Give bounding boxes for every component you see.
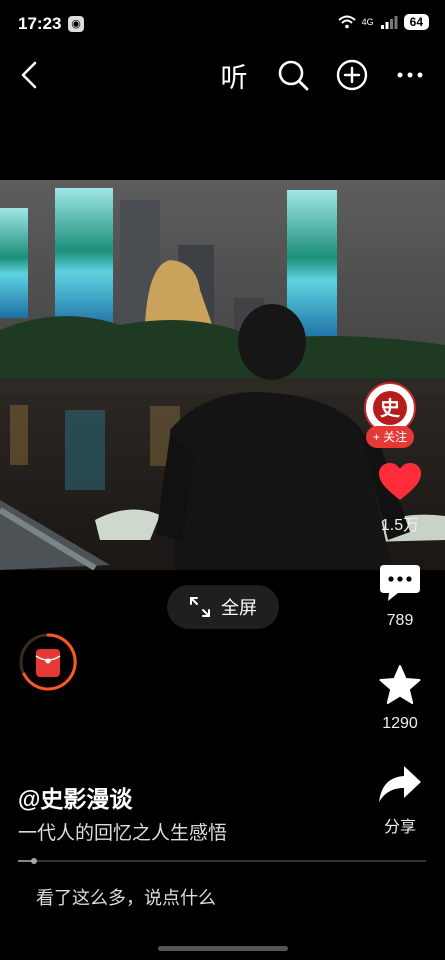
red-packet-button[interactable] bbox=[18, 632, 78, 692]
like-count: 1.5万 bbox=[380, 517, 420, 534]
network-type: 4G bbox=[361, 17, 374, 27]
red-packet-icon bbox=[19, 633, 77, 691]
favorite-button[interactable]: 1290 bbox=[355, 664, 445, 733]
signal-icon bbox=[380, 16, 398, 29]
author-avatar-button[interactable]: 史 + 关注 bbox=[364, 382, 416, 448]
like-button[interactable]: 1.5万 bbox=[355, 462, 445, 535]
comment-input[interactable]: 看了这么多，说点什么 bbox=[36, 884, 216, 910]
favorite-count: 1290 bbox=[382, 715, 418, 732]
status-indicators: 4G 64 bbox=[337, 14, 429, 30]
home-indicator[interactable] bbox=[158, 946, 288, 951]
video-description: 一代人的回忆之人生感悟 bbox=[18, 823, 228, 844]
battery-indicator: 64 bbox=[403, 14, 429, 30]
comment-count: 789 bbox=[386, 612, 414, 629]
search-icon bbox=[278, 60, 309, 91]
notification-app-icon: ◉ bbox=[68, 16, 84, 32]
listen-button[interactable]: 听 bbox=[216, 58, 252, 93]
status-time: 17:23 bbox=[18, 14, 62, 33]
search-button[interactable] bbox=[276, 58, 310, 92]
expand-icon bbox=[190, 597, 210, 617]
avatar-logo: 史 bbox=[373, 391, 407, 425]
author-handle[interactable]: @史影漫谈 bbox=[18, 780, 132, 814]
wifi-icon bbox=[337, 15, 356, 29]
video-progress-bar[interactable] bbox=[18, 858, 426, 864]
share-label: 分享 bbox=[383, 819, 416, 836]
comment-bubble-icon bbox=[380, 565, 420, 601]
plus-circle-icon bbox=[336, 59, 368, 91]
progress-handle[interactable] bbox=[31, 858, 38, 864]
share-button[interactable]: 分享 bbox=[355, 764, 445, 837]
back-button[interactable] bbox=[14, 58, 44, 92]
back-arrow-icon bbox=[21, 61, 37, 89]
star-icon bbox=[379, 665, 421, 704]
top-nav: 听 bbox=[0, 52, 445, 98]
comment-button[interactable]: 789 bbox=[355, 563, 445, 630]
heart-icon bbox=[379, 463, 421, 500]
add-button[interactable] bbox=[335, 58, 369, 92]
fullscreen-label: 全屏 bbox=[221, 598, 257, 618]
share-arrow-icon bbox=[379, 766, 421, 802]
status-bar: 17:23 ◉ 4G 64 bbox=[0, 0, 445, 50]
fullscreen-button[interactable]: 全屏 bbox=[167, 585, 279, 629]
more-button[interactable] bbox=[393, 58, 427, 92]
more-dots-icon bbox=[397, 72, 423, 78]
follow-button[interactable]: + 关注 bbox=[366, 426, 414, 448]
